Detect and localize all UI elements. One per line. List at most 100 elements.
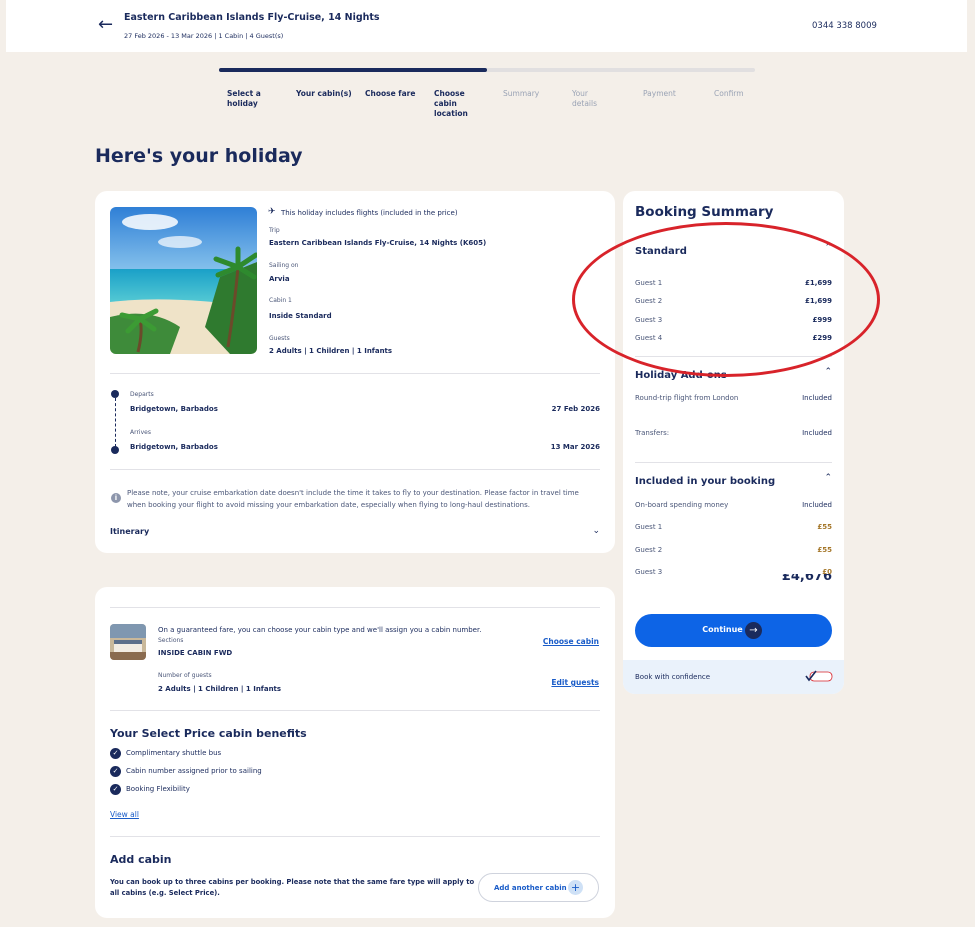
standard-title[interactable]: Standard	[635, 246, 687, 257]
guarantee-text: On a guaranteed fare, you can choose you…	[158, 626, 482, 634]
step-choose-cabin-location[interactable]: Choose cabin location	[434, 89, 479, 119]
guests-value: 2 Adults | 1 Children | 1 Infants	[269, 347, 393, 355]
guest-row-label: Guest 1	[635, 279, 663, 287]
step-your-details: Your details	[572, 89, 597, 108]
arrives-date: 13 Mar 2026	[550, 443, 600, 451]
included-row-label: On-board spending money	[635, 501, 729, 509]
route-line	[115, 398, 116, 447]
included-row-value: £55	[817, 523, 832, 531]
divider	[110, 836, 600, 837]
divider	[110, 710, 600, 711]
confidence-badge-icon	[805, 670, 833, 682]
add-another-cabin-label: Add another cabin	[494, 884, 567, 892]
guest-row-value: £1,699	[804, 297, 832, 305]
guests-label: Guests	[269, 335, 290, 342]
num-guests-value: 2 Adults | 1 Children | 1 Infants	[158, 685, 282, 693]
cabin-thumbnail	[110, 624, 146, 660]
chevron-up-icon[interactable]: ⌃	[824, 367, 832, 377]
holiday-card: ✈ This holiday includes flights (include…	[95, 191, 615, 553]
step-payment: Payment	[643, 89, 676, 98]
sections-label: Sections	[158, 637, 184, 644]
divider	[110, 607, 600, 608]
guest-row-value: £1,699	[804, 279, 832, 287]
departs-date: 27 Feb 2026	[551, 405, 600, 413]
itinerary-toggle[interactable]: Itinerary	[110, 527, 149, 536]
top-bar: ← Eastern Caribbean Islands Fly-Cruise, …	[6, 0, 967, 52]
trip-title: Eastern Caribbean Islands Fly-Cruise, 14…	[124, 12, 380, 23]
embarkation-note: Please note, your cruise embarkation dat…	[127, 489, 579, 509]
divider	[635, 462, 832, 463]
view-all-link[interactable]: View all	[110, 810, 139, 819]
trip-label: Trip	[269, 227, 280, 234]
guest-row-value: £999	[812, 316, 832, 324]
addon-row-value: Included	[802, 394, 832, 402]
sailing-value: Arvia	[269, 275, 290, 283]
progress-fill	[219, 68, 487, 72]
cabin-label: Cabin 1	[269, 297, 292, 304]
guest-row-label: Guest 3	[635, 316, 663, 324]
plane-icon: ✈	[268, 207, 276, 217]
chevron-up-icon[interactable]: ⌃	[824, 473, 832, 483]
included-row-label: Guest 3	[635, 568, 663, 576]
included-row-value: £55	[817, 546, 832, 554]
included-row-label: Guest 2	[635, 546, 663, 554]
guest-row-value: £299	[812, 334, 832, 342]
departs-label: Departs	[130, 391, 154, 398]
summary-title: Booking Summary	[635, 204, 774, 220]
add-cabin-text: You can book up to three cabins per book…	[110, 878, 475, 897]
add-cabin-title: Add cabin	[110, 853, 172, 866]
flights-note: This holiday includes flights (included …	[281, 209, 458, 217]
cabin-value: Inside Standard	[269, 312, 332, 320]
included-title[interactable]: Included in your booking	[635, 476, 775, 487]
continue-button[interactable]: Continue →	[635, 614, 832, 647]
choose-cabin-link[interactable]: Choose cabin	[543, 637, 599, 646]
total-price-partial: £4,676	[781, 574, 832, 583]
continue-label: Continue	[702, 625, 743, 634]
step-choose-fare[interactable]: Choose fare	[365, 89, 425, 99]
divider	[110, 469, 600, 470]
add-another-cabin-button[interactable]: Add another cabin +	[478, 873, 599, 902]
num-guests-label: Number of guests	[158, 672, 212, 679]
trip-value: Eastern Caribbean Islands Fly-Cruise, 14…	[269, 239, 487, 247]
plus-icon: +	[568, 880, 583, 895]
included-row-label: Guest 1	[635, 523, 663, 531]
addon-row-value: Included	[802, 429, 832, 437]
benefits-title: Your Select Price cabin benefits	[110, 727, 307, 740]
step-your-cabins[interactable]: Your cabin(s)	[296, 89, 356, 99]
destination-photo	[110, 207, 257, 354]
step-confirm: Confirm	[714, 89, 744, 98]
arrives-place: Bridgetown, Barbados	[130, 443, 218, 451]
sections-value: INSIDE CABIN FWD	[158, 649, 233, 657]
check-icon: ✓	[110, 766, 121, 777]
step-summary: Summary	[503, 89, 540, 98]
addon-row-label: Round-trip flight from London	[635, 394, 739, 402]
addons-title[interactable]: Holiday Add-ons	[635, 370, 727, 381]
guest-row-label: Guest 4	[635, 334, 663, 342]
included-row-value: Included	[802, 501, 832, 509]
sailing-label: Sailing on	[269, 262, 299, 269]
addon-row-label: Transfers:	[635, 429, 670, 437]
edit-guests-link[interactable]: Edit guests	[551, 678, 599, 687]
chevron-up-icon[interactable]: ⌃	[824, 243, 832, 253]
benefit-item: Cabin number assigned prior to sailing	[126, 767, 262, 775]
check-icon: ✓	[110, 748, 121, 759]
arrival-dot	[111, 446, 119, 454]
phone-number[interactable]: 0344 338 8009	[812, 21, 877, 31]
guest-row-label: Guest 2	[635, 297, 663, 305]
benefit-item: Booking Flexibility	[126, 785, 190, 793]
departure-dot	[111, 390, 119, 398]
divider	[110, 373, 600, 374]
divider	[635, 356, 832, 357]
trip-meta: 27 Feb 2026 - 13 Mar 2026 | 1 Cabin | 4 …	[124, 32, 284, 40]
arrow-right-icon: →	[745, 622, 762, 639]
arrow-left-icon[interactable]: ←	[98, 14, 113, 35]
page-title: Here's your holiday	[95, 145, 303, 167]
arrives-label: Arrives	[130, 429, 151, 436]
chevron-down-icon[interactable]: ⌄	[592, 526, 600, 536]
cabin-card: On a guaranteed fare, you can choose you…	[95, 587, 615, 918]
check-icon: ✓	[110, 784, 121, 795]
step-select-holiday[interactable]: Select a holiday	[227, 89, 287, 109]
confidence-label: Book with confidence	[635, 673, 711, 681]
departs-place: Bridgetown, Barbados	[130, 405, 218, 413]
book-with-confidence: Book with confidence	[623, 660, 844, 694]
